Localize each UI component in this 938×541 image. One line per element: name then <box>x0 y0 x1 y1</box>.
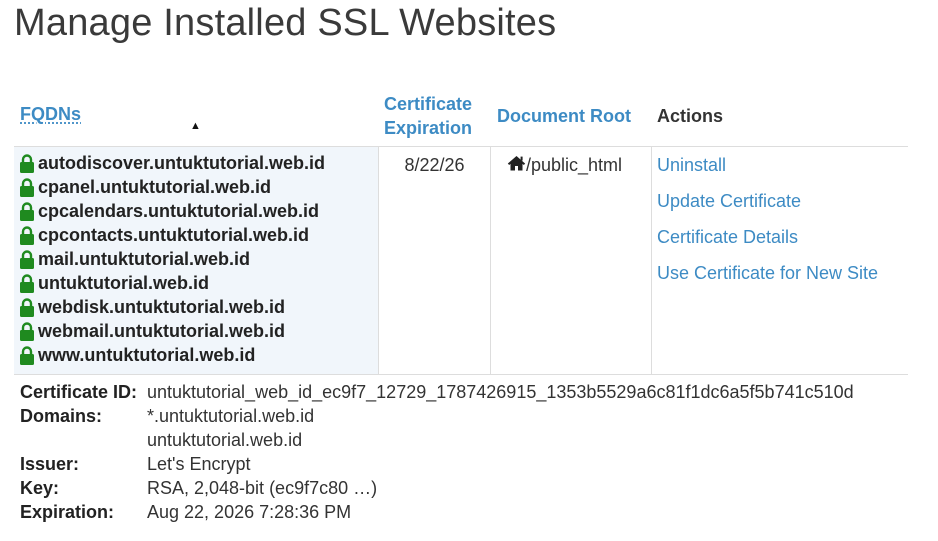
fqdn-name: cpcalendars.untuktutorial.web.id <box>38 200 320 221</box>
fqdn-item: www.untuktutorial.web.id <box>19 343 378 367</box>
fqdn-item: webmail.untuktutorial.web.id <box>19 319 378 343</box>
fqdn-item: mail.untuktutorial.web.id <box>19 247 378 271</box>
fqdns-column-header[interactable]: FQDNs <box>20 102 81 126</box>
fqdn-item: cpcontacts.untuktutorial.web.id <box>19 223 378 247</box>
fqdns-cell: autodiscover.untuktutorial.web.id cpanel… <box>14 147 379 374</box>
certificate-expiration-column-header[interactable]: Certificate Expiration <box>384 92 472 140</box>
fqdn-name: cpcontacts.untuktutorial.web.id <box>38 224 310 245</box>
expiration-value: Aug 22, 2026 7:28:36 PM <box>147 502 352 522</box>
sort-ascending-icon[interactable]: ▲ <box>190 120 201 132</box>
issuer-label: Issuer: <box>20 454 80 474</box>
fqdn-name: untuktutorial.web.id <box>38 272 209 293</box>
fqdn-name: autodiscover.untuktutorial.web.id <box>38 152 326 173</box>
issuer-value: Let's Encrypt <box>147 454 251 474</box>
key-label: Key: <box>20 478 60 498</box>
document-root-cell: /public_html <box>491 147 652 374</box>
domain-value: untuktutorial.web.id <box>147 430 303 450</box>
actions-column-header: Actions <box>657 106 724 126</box>
expiration-date: 8/22/26 <box>404 155 465 175</box>
certificate-id-value: untuktutorial_web_id_ec9f7_12729_1787426… <box>147 382 854 402</box>
lock-icon <box>19 177 35 197</box>
domain-value: *.untuktutorial.web.id <box>147 406 315 426</box>
fqdn-name: webdisk.untuktutorial.web.id <box>38 296 286 317</box>
fqdn-name: mail.untuktutorial.web.id <box>38 248 251 269</box>
home-icon <box>507 155 526 176</box>
lock-icon <box>19 345 35 365</box>
fqdn-item: autodiscover.untuktutorial.web.id <box>19 151 378 175</box>
ssl-website-row: autodiscover.untuktutorial.web.id cpanel… <box>14 146 908 375</box>
page-title: Manage Installed SSL Websites <box>14 2 557 44</box>
certificate-id-label: Certificate ID: <box>20 382 138 402</box>
actions-cell: Uninstall Update Certificate Certificate… <box>657 147 908 374</box>
fqdn-item: cpanel.untuktutorial.web.id <box>19 175 378 199</box>
certificate-expiration-header-line1: Certificate <box>384 94 473 114</box>
lock-icon <box>19 225 35 245</box>
lock-icon <box>19 297 35 317</box>
lock-icon <box>19 321 35 341</box>
fqdn-name: www.untuktutorial.web.id <box>38 344 256 365</box>
fqdn-list: autodiscover.untuktutorial.web.id cpanel… <box>14 147 378 367</box>
document-root-column-header[interactable]: Document Root <box>497 104 631 128</box>
document-root-path: /public_html <box>526 155 623 175</box>
lock-icon <box>19 201 35 221</box>
key-value: RSA, 2,048-bit (ec9f7c80 …) <box>147 478 378 498</box>
use-certificate-for-new-site-link[interactable]: Use Certificate for New Site <box>657 263 878 284</box>
expiration-label: Expiration: <box>20 502 115 522</box>
update-certificate-link[interactable]: Update Certificate <box>657 191 801 212</box>
fqdn-name: webmail.untuktutorial.web.id <box>38 320 286 341</box>
uninstall-link[interactable]: Uninstall <box>657 155 726 176</box>
lock-icon <box>19 273 35 293</box>
lock-icon <box>19 153 35 173</box>
fqdn-item: webdisk.untuktutorial.web.id <box>19 295 378 319</box>
fqdn-name: cpanel.untuktutorial.web.id <box>38 176 272 197</box>
expiration-cell: 8/22/26 <box>379 147 491 374</box>
certificate-expiration-header-line2: Expiration <box>384 118 473 138</box>
certificate-details-link[interactable]: Certificate Details <box>657 227 798 248</box>
domains-label: Domains: <box>20 406 103 426</box>
lock-icon <box>19 249 35 269</box>
fqdn-item: cpcalendars.untuktutorial.web.id <box>19 199 378 223</box>
fqdn-item: untuktutorial.web.id <box>19 271 378 295</box>
